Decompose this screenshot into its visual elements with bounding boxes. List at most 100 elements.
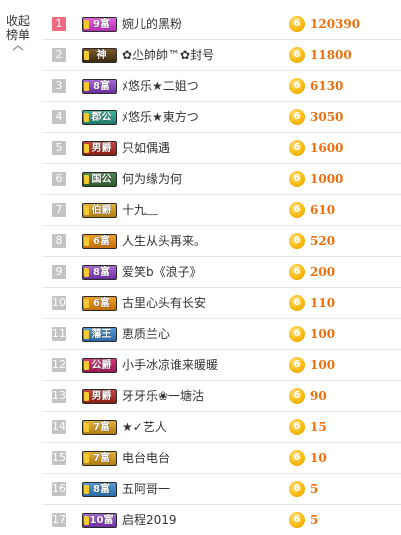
- badge-label: 伯爵: [91, 205, 112, 216]
- table-row[interactable]: 4 郡公 ﾒ悠乐★東方つ 6 3050: [42, 102, 401, 133]
- table-row[interactable]: 15 7富 电台电台 6 10: [42, 443, 401, 474]
- badge-label: 神: [96, 50, 107, 61]
- user-name[interactable]: 电台电台: [122, 450, 170, 466]
- badge-label: 男爵: [91, 391, 112, 402]
- score-value: 110: [310, 296, 336, 310]
- table-row[interactable]: 14 7富 ★✓艺人 6 15: [42, 412, 401, 443]
- user-name[interactable]: 古里心头有长安: [122, 295, 206, 311]
- coin-icon: 6: [289, 481, 305, 497]
- rank-badge: 8富: [82, 79, 117, 94]
- rank-number: 10: [52, 296, 66, 310]
- badge-label: 6富: [93, 236, 110, 247]
- sidebar: 收起 榜单: [0, 0, 44, 521]
- score-value: 5: [310, 513, 319, 527]
- score-value: 11800: [310, 48, 352, 62]
- score-value: 10: [310, 451, 327, 465]
- coin-icon: 6: [289, 202, 305, 218]
- rank-badge: 伯爵: [82, 203, 117, 218]
- rank-badge: 国公: [82, 172, 117, 187]
- table-row[interactable]: 8 6富 人生从头再来。 6 520: [42, 226, 401, 257]
- user-name[interactable]: 小手冰凉谁来暖暖: [122, 357, 218, 373]
- score-value: 15: [310, 420, 327, 434]
- collapse-label-line2: 榜单: [5, 28, 30, 42]
- coin-icon: 6: [289, 512, 305, 528]
- user-name[interactable]: ﾒ悠乐★東方つ: [122, 109, 199, 125]
- rank-badge: 公爵: [82, 358, 117, 373]
- score-value: 610: [310, 203, 336, 217]
- user-name[interactable]: 牙牙乐❀一塘沽: [122, 388, 204, 404]
- rank-badge: 藩王: [82, 327, 117, 342]
- badge-mark-icon: [84, 51, 89, 60]
- score-value: 1000: [310, 172, 344, 186]
- badge-label: 8富: [93, 267, 110, 278]
- user-name[interactable]: 婉儿的黑粉: [122, 16, 182, 32]
- badge-label: 郡公: [91, 112, 112, 123]
- rank-badge: 9富: [82, 17, 117, 32]
- rank-number: 3: [52, 79, 66, 93]
- table-row[interactable]: 16 8富 五阿哥一 6 5: [42, 474, 401, 505]
- coin-icon: 6: [289, 16, 305, 32]
- rank-badge: 神: [82, 48, 117, 63]
- collapse-ranking-button[interactable]: 收起 榜单: [0, 14, 36, 52]
- table-row[interactable]: 3 8富 ﾒ悠乐★二姐つ 6 6130: [42, 71, 401, 102]
- rank-number: 5: [52, 141, 66, 155]
- rank-number: 17: [52, 513, 66, 527]
- table-row[interactable]: 2 神 ✿尐帥帥™✿封号 6 11800: [42, 40, 401, 71]
- coin-icon: 6: [289, 357, 305, 373]
- rank-badge: 郡公: [82, 110, 117, 125]
- rank-number: 4: [52, 110, 66, 124]
- rank-number: 9: [52, 265, 66, 279]
- rank-number: 1: [52, 17, 66, 31]
- score-value: 6130: [310, 79, 344, 93]
- table-row[interactable]: 9 8富 爱笑b《浪子》 6 200: [42, 257, 401, 288]
- coin-icon: 6: [289, 326, 305, 342]
- coin-icon: 6: [289, 140, 305, 156]
- rank-badge: 男爵: [82, 141, 117, 156]
- rank-badge: 6富: [82, 234, 117, 249]
- user-name[interactable]: 十九﹏: [122, 202, 158, 218]
- rank-number: 6: [52, 172, 66, 186]
- score-value: 120390: [310, 17, 361, 31]
- user-name[interactable]: 恵质兰心: [122, 326, 170, 342]
- badge-label: 藩王: [91, 329, 112, 340]
- badge-label: 6富: [93, 298, 110, 309]
- table-row[interactable]: 7 伯爵 十九﹏ 6 610: [42, 195, 401, 226]
- table-row[interactable]: 17 10富 启程2019 6 5: [42, 505, 401, 535]
- rank-number: 7: [52, 203, 66, 217]
- user-name[interactable]: 何为缘为何: [122, 171, 182, 187]
- rank-badge: 8富: [82, 265, 117, 280]
- rank-badge: 7富: [82, 451, 117, 466]
- table-row[interactable]: 11 藩王 恵质兰心 6 100: [42, 319, 401, 350]
- user-name[interactable]: 人生从头再来。: [122, 233, 206, 249]
- rank-number: 12: [52, 358, 66, 372]
- table-row[interactable]: 10 6富 古里心头有长安 6 110: [42, 288, 401, 319]
- score-value: 5: [310, 482, 319, 496]
- user-name[interactable]: ★✓艺人: [122, 419, 167, 435]
- badge-label: 7富: [93, 422, 110, 433]
- coin-icon: 6: [289, 233, 305, 249]
- rank-badge: 7富: [82, 420, 117, 435]
- collapse-label-line1: 收起: [5, 14, 30, 28]
- table-row[interactable]: 13 男爵 牙牙乐❀一塘沽 6 90: [42, 381, 401, 412]
- badge-label: 国公: [91, 174, 112, 185]
- rank-number: 2: [52, 48, 66, 62]
- user-name[interactable]: 爱笑b《浪子》: [122, 264, 202, 280]
- rank-number: 8: [52, 234, 66, 248]
- user-name[interactable]: 只如偶遇: [122, 140, 170, 156]
- coin-icon: 6: [289, 419, 305, 435]
- ranking-list: 1 9富 婉儿的黑粉 6 120390 2 神 ✿尐帥帥™✿封号 6 11800 3 8富 ﾒ悠乐★二姐…: [42, 9, 401, 535]
- score-value: 1600: [310, 141, 344, 155]
- coin-icon: 6: [289, 388, 305, 404]
- rank-number: 15: [52, 451, 66, 465]
- user-name[interactable]: ✿尐帥帥™✿封号: [122, 47, 214, 63]
- table-row[interactable]: 6 国公 何为缘为何 6 1000: [42, 164, 401, 195]
- table-row[interactable]: 5 男爵 只如偶遇 6 1600: [42, 133, 401, 164]
- user-name[interactable]: ﾒ悠乐★二姐つ: [122, 78, 199, 94]
- badge-label: 男爵: [91, 143, 112, 154]
- rank-number: 11: [52, 327, 66, 341]
- user-name[interactable]: 五阿哥一: [122, 481, 170, 497]
- table-row[interactable]: 12 公爵 小手冰凉谁来暖暖 6 100: [42, 350, 401, 381]
- table-row[interactable]: 1 9富 婉儿的黑粉 6 120390: [42, 9, 401, 40]
- rank-number: 16: [52, 482, 66, 496]
- user-name[interactable]: 启程2019: [122, 512, 177, 528]
